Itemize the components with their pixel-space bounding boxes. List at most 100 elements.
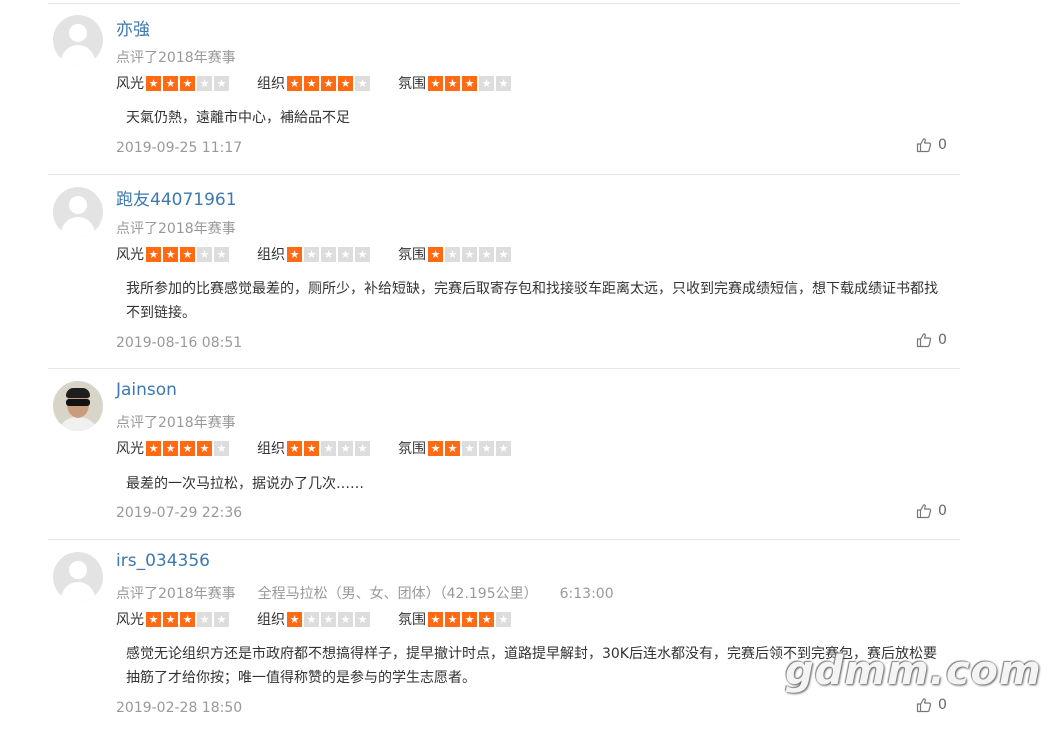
star-empty-icon: ★ xyxy=(496,440,511,456)
race-category: 全程马拉松（男、女、团体）（42.195公里） xyxy=(257,586,538,602)
rating-label: 组织 xyxy=(257,247,285,263)
star-filled-icon: ★ xyxy=(287,611,302,627)
star-empty-icon: ★ xyxy=(355,75,370,91)
star-empty-icon: ★ xyxy=(496,75,511,91)
star-empty-icon: ★ xyxy=(214,75,229,91)
like-count: 0 xyxy=(938,697,947,713)
star-filled-icon: ★ xyxy=(287,75,302,91)
like-button[interactable]: 0 xyxy=(916,332,947,348)
star-filled-icon: ★ xyxy=(146,440,161,456)
star-empty-icon: ★ xyxy=(445,246,460,262)
star-empty-icon: ★ xyxy=(479,75,494,91)
star-empty-icon: ★ xyxy=(479,246,494,262)
rating-label: 氛围 xyxy=(398,441,426,457)
username-link[interactable]: Jainson xyxy=(116,380,177,400)
username-link[interactable]: irs_034356 xyxy=(116,551,210,571)
star-filled-icon: ★ xyxy=(462,75,477,91)
rating-atmosphere: 氛围 ★ ★ ★ ★ ★ xyxy=(398,73,513,93)
star-rating: ★ ★ ★ ★ ★ xyxy=(287,75,372,91)
star-filled-icon: ★ xyxy=(180,75,195,91)
like-button[interactable]: 0 xyxy=(916,137,947,153)
rating-scenery: 风光 ★ ★ ★ ★ ★ xyxy=(116,609,231,629)
star-empty-icon: ★ xyxy=(197,246,212,262)
review-meta: 点评了2018年赛事 xyxy=(116,47,236,67)
thumbs-up-icon xyxy=(916,333,932,348)
rating-label: 风光 xyxy=(116,441,144,457)
star-filled-icon: ★ xyxy=(197,440,212,456)
rating-label: 组织 xyxy=(257,612,285,628)
username-link[interactable]: 亦強 xyxy=(116,15,150,40)
star-filled-icon: ★ xyxy=(180,440,195,456)
star-empty-icon: ★ xyxy=(304,611,319,627)
review-content: 最差的一次马拉松，据说办了几次…… xyxy=(126,476,364,492)
review-action: 点评了2018年赛事 xyxy=(116,50,236,66)
like-count: 0 xyxy=(938,137,947,153)
star-empty-icon: ★ xyxy=(321,246,336,262)
star-empty-icon: ★ xyxy=(321,611,336,627)
star-rating: ★ ★ ★ ★ ★ xyxy=(146,75,231,91)
review-date: 2019-02-28 18:50 xyxy=(116,700,243,716)
rating-label: 组织 xyxy=(257,76,285,92)
star-filled-icon: ★ xyxy=(445,440,460,456)
review-item: Jainson 点评了2018年赛事 风光 ★ ★ ★ ★ ★ 组织 ★ ★ ★ ★ ★ 氛围 … xyxy=(48,369,960,540)
star-filled-icon: ★ xyxy=(163,440,178,456)
star-empty-icon: ★ xyxy=(338,440,353,456)
review-content: 天氣仍熱，遠離市中心，補給品不足 xyxy=(126,110,350,126)
star-empty-icon: ★ xyxy=(214,246,229,262)
rating-scenery: 风光 ★ ★ ★ ★ ★ xyxy=(116,438,231,458)
default-avatar-icon[interactable] xyxy=(53,15,103,65)
star-filled-icon: ★ xyxy=(304,440,319,456)
review-action: 点评了2018年赛事 xyxy=(116,415,236,431)
default-avatar-icon[interactable] xyxy=(53,552,103,602)
review-meta: 点评了2018年赛事 全程马拉松（男、女、团体）（42.195公里） 6:13:00 xyxy=(116,583,614,603)
star-filled-icon: ★ xyxy=(304,75,319,91)
like-button[interactable]: 0 xyxy=(916,503,947,519)
star-rating: ★ ★ ★ ★ ★ xyxy=(287,611,372,627)
star-filled-icon: ★ xyxy=(428,246,443,262)
star-filled-icon: ★ xyxy=(287,246,302,262)
review-date: 2019-08-16 08:51 xyxy=(116,335,243,351)
rating-atmosphere: 氛围 ★ ★ ★ ★ ★ xyxy=(398,609,513,629)
rating-scenery: 风光 ★ ★ ★ ★ ★ xyxy=(116,73,231,93)
star-filled-icon: ★ xyxy=(321,75,336,91)
star-rating: ★ ★ ★ ★ ★ xyxy=(428,75,513,91)
star-empty-icon: ★ xyxy=(496,246,511,262)
user-avatar-photo[interactable] xyxy=(53,381,103,431)
thumbs-up-icon xyxy=(916,504,932,519)
star-empty-icon: ★ xyxy=(214,611,229,627)
review-action: 点评了2018年赛事 xyxy=(116,586,236,602)
review-date: 2019-09-25 11:17 xyxy=(116,140,243,156)
rating-label: 氛围 xyxy=(398,247,426,263)
star-empty-icon: ★ xyxy=(355,440,370,456)
star-empty-icon: ★ xyxy=(321,440,336,456)
star-rating: ★ ★ ★ ★ ★ xyxy=(287,246,372,262)
review-action: 点评了2018年赛事 xyxy=(116,221,236,237)
star-empty-icon: ★ xyxy=(462,440,477,456)
like-button[interactable]: 0 xyxy=(916,697,947,713)
star-filled-icon: ★ xyxy=(146,611,161,627)
rating-label: 风光 xyxy=(116,76,144,92)
star-empty-icon: ★ xyxy=(304,246,319,262)
star-empty-icon: ★ xyxy=(338,246,353,262)
review-date: 2019-07-29 22:36 xyxy=(116,505,243,521)
star-filled-icon: ★ xyxy=(445,611,460,627)
star-filled-icon: ★ xyxy=(428,611,443,627)
like-count: 0 xyxy=(938,332,947,348)
star-filled-icon: ★ xyxy=(287,440,302,456)
star-filled-icon: ★ xyxy=(180,611,195,627)
review-item: 亦強 点评了2018年赛事 风光 ★ ★ ★ ★ ★ 组织 ★ ★ ★ ★ ★ 氛围 ★ ★ ★ ★ ★… xyxy=(48,4,960,175)
star-empty-icon: ★ xyxy=(479,440,494,456)
star-empty-icon: ★ xyxy=(338,611,353,627)
star-rating: ★ ★ ★ ★ ★ xyxy=(287,440,372,456)
star-empty-icon: ★ xyxy=(496,611,511,627)
default-avatar-icon[interactable] xyxy=(53,187,103,237)
review-meta: 点评了2018年赛事 xyxy=(116,412,236,432)
review-content: 我所参加的比赛感觉最差的，厕所少，补给短缺，完赛后取寄存包和找接驳车距离太远，只… xyxy=(126,281,938,321)
rating-scenery: 风光 ★ ★ ★ ★ ★ xyxy=(116,244,231,264)
star-filled-icon: ★ xyxy=(163,246,178,262)
username-link[interactable]: 跑友44071961 xyxy=(116,185,237,210)
rating-label: 风光 xyxy=(116,612,144,628)
star-filled-icon: ★ xyxy=(163,611,178,627)
rating-label: 风光 xyxy=(116,247,144,263)
like-count: 0 xyxy=(938,503,947,519)
